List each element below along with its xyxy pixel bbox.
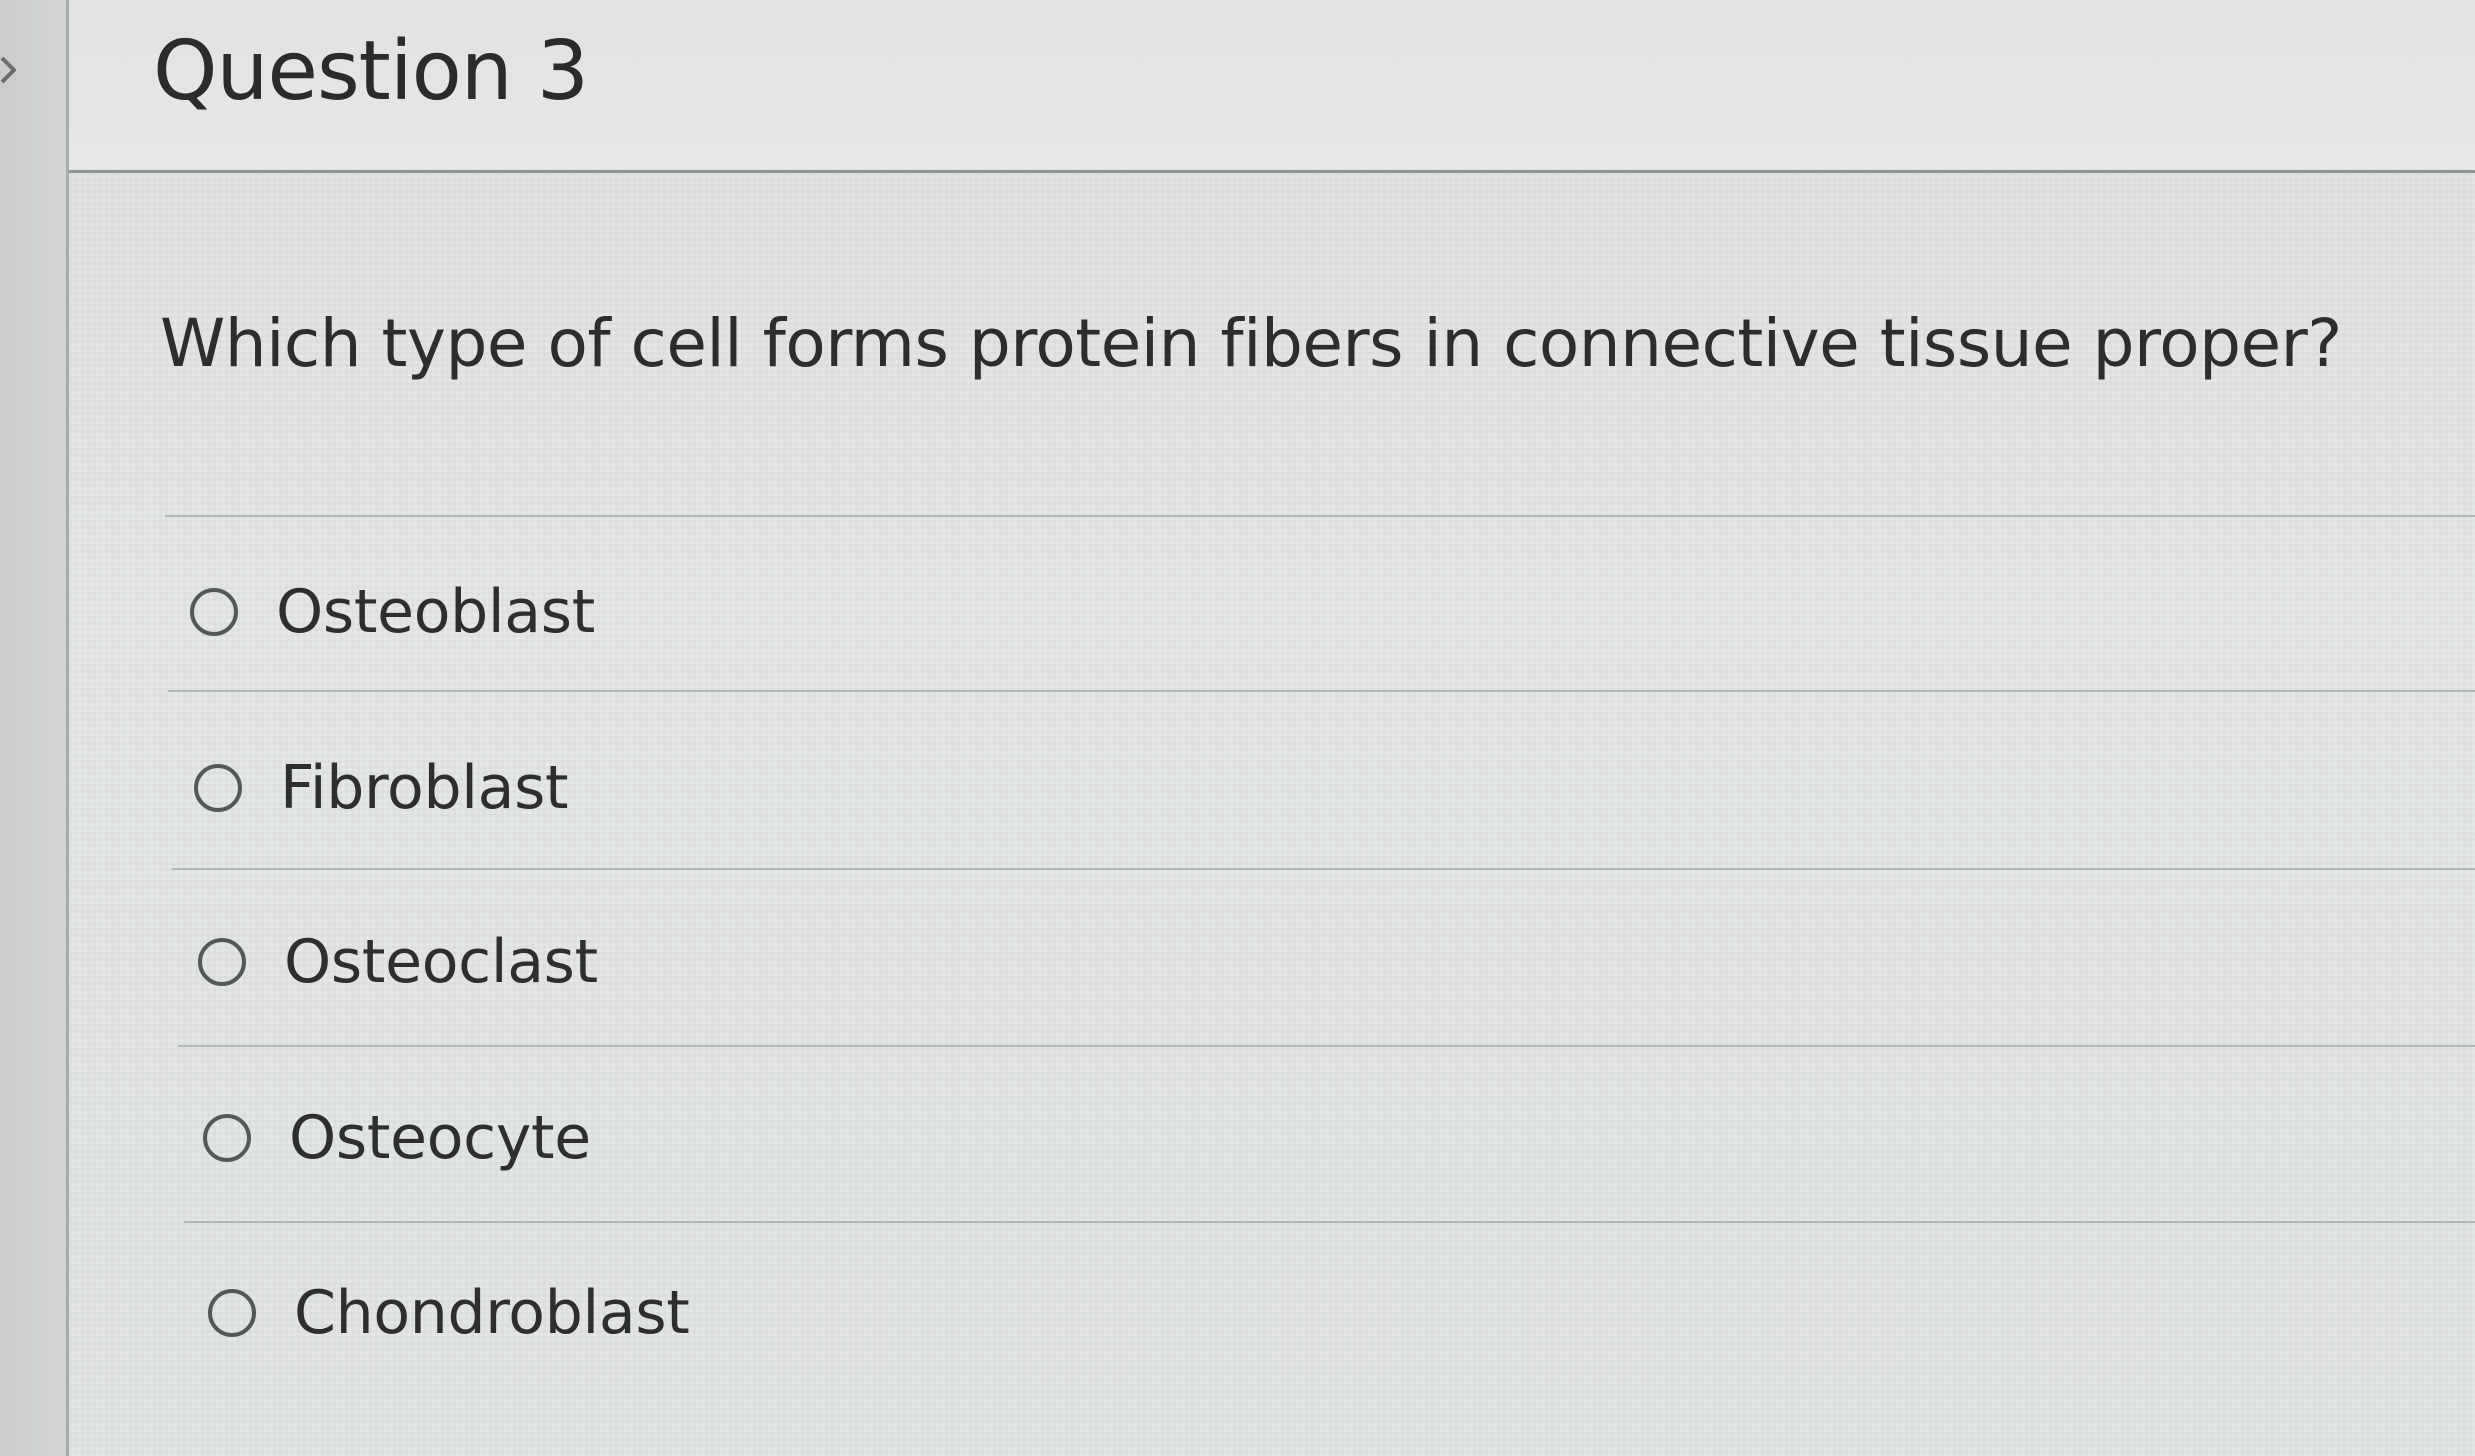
question-title: Question 3 — [153, 24, 589, 119]
answer-option-fibroblast[interactable]: Fibroblast — [194, 738, 569, 838]
divider — [165, 515, 2475, 517]
option-label: Osteoblast — [276, 577, 595, 647]
radio-button-icon[interactable] — [203, 1114, 251, 1162]
divider — [168, 690, 2475, 692]
answer-option-osteoblast[interactable]: Osteoblast — [190, 562, 595, 662]
option-label: Chondroblast — [294, 1278, 690, 1348]
option-label: Osteoclast — [284, 927, 598, 997]
answer-option-osteocyte[interactable]: Osteocyte — [203, 1088, 591, 1188]
answer-option-osteoclast[interactable]: Osteoclast — [198, 912, 598, 1012]
radio-button-icon[interactable] — [208, 1289, 256, 1337]
question-prompt: Which type of cell forms protein fibers … — [160, 305, 2342, 382]
answer-option-chondroblast[interactable]: Chondroblast — [208, 1263, 690, 1363]
divider — [178, 1045, 2475, 1047]
quiz-page: Question 3 Which type of cell forms prot… — [0, 0, 2475, 1456]
radio-button-icon[interactable] — [198, 938, 246, 986]
radio-button-icon[interactable] — [194, 764, 242, 812]
option-label: Osteocyte — [289, 1103, 591, 1173]
radio-button-icon[interactable] — [190, 588, 238, 636]
sidebar-strip — [0, 0, 69, 1456]
divider — [184, 1221, 2475, 1223]
divider — [172, 868, 2475, 870]
question-header: Question 3 — [69, 0, 2475, 173]
chevron-right-icon[interactable] — [0, 40, 20, 100]
option-label: Fibroblast — [280, 753, 569, 823]
